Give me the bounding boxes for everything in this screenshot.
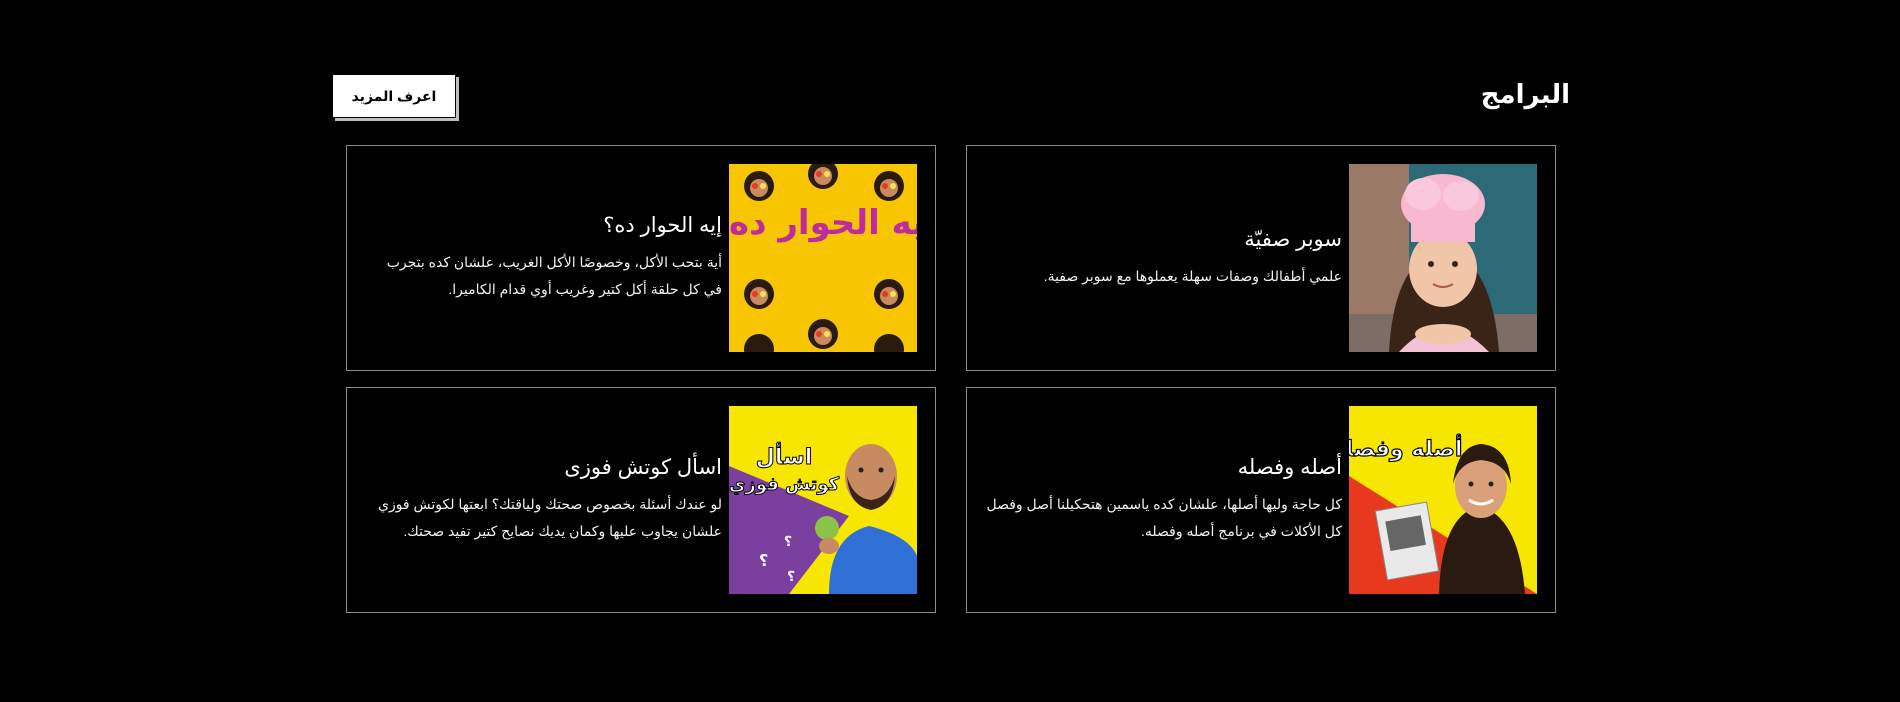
poster-lettering-line1: اسأل bbox=[756, 441, 813, 470]
chef-girl-icon bbox=[1349, 164, 1537, 352]
program-text: إيه الحوار ده؟ أية بتحب الأكل، وخصوصًا ا… bbox=[365, 213, 729, 303]
program-title[interactable]: إيه الحوار ده؟ bbox=[365, 213, 722, 239]
program-description: لو عندك أسئلة بخصوص صحتك ولياقتك؟ ابعتها… bbox=[377, 496, 722, 539]
program-description: كل حاجة وليها أصلها، علشان كده ياسمين هت… bbox=[986, 496, 1342, 539]
svg-text:؟: ؟ bbox=[784, 534, 792, 550]
poster-lettering: أصله وفصله bbox=[1349, 433, 1462, 462]
program-thumbnail[interactable] bbox=[1349, 164, 1537, 352]
svg-text:؟: ؟ bbox=[759, 551, 768, 570]
programs-grid: إيه الحوار ده؟ إيه الحوار ده؟ أية بتحب ا… bbox=[346, 145, 1556, 613]
page-title: البرامج bbox=[1480, 79, 1570, 109]
program-title[interactable]: أصله وفصله bbox=[985, 455, 1342, 481]
program-description: أية بتحب الأكل، وخصوصًا الأكل الغريب، عل… bbox=[386, 254, 722, 297]
eh-el-hewar-poster-icon: إيه الحوار ده؟ bbox=[729, 164, 917, 352]
program-title[interactable]: سوبر صفيّة bbox=[985, 227, 1342, 253]
program-thumbnail[interactable]: ؟ ؟ ؟ اسأل كوتش فوزي bbox=[729, 406, 917, 594]
program-card-coach-fawzy[interactable]: ؟ ؟ ؟ اسأل كوتش فوزي اسأل كوتش فوزى لو ع… bbox=[346, 387, 936, 613]
program-card-super-safeya[interactable]: سوبر صفيّة علمي أطفالك وصفات سهلة يعملوه… bbox=[966, 145, 1556, 371]
coach-fawzy-poster-icon: ؟ ؟ ؟ اسأل كوتش فوزي bbox=[729, 406, 917, 594]
program-description: علمي أطفالك وصفات سهلة يعملوها مع سوبر ص… bbox=[1043, 267, 1342, 284]
program-thumbnail[interactable]: إيه الحوار ده؟ bbox=[729, 164, 917, 352]
program-card-eh-el-hewar[interactable]: إيه الحوار ده؟ إيه الحوار ده؟ أية بتحب ا… bbox=[346, 145, 936, 371]
program-text: سوبر صفيّة علمي أطفالك وصفات سهلة يعملوه… bbox=[985, 227, 1349, 290]
program-thumbnail[interactable]: أصله وفصله bbox=[1349, 406, 1537, 594]
asloh-w-fasloh-poster-icon: أصله وفصله bbox=[1349, 406, 1537, 594]
program-title[interactable]: اسأل كوتش فوزى bbox=[365, 455, 722, 481]
svg-text:؟: ؟ bbox=[787, 569, 795, 585]
program-card-asloh-w-fasloh[interactable]: أصله وفصله أصله وفصله كل حاجة وليها أصله… bbox=[966, 387, 1556, 613]
poster-lettering-line2: كوتش فوزي bbox=[729, 474, 840, 495]
learn-more-button[interactable]: اعرف المزيد bbox=[332, 74, 456, 118]
program-text: اسأل كوتش فوزى لو عندك أسئلة بخصوص صحتك … bbox=[365, 455, 729, 545]
program-text: أصله وفصله كل حاجة وليها أصلها، علشان كد… bbox=[985, 455, 1349, 545]
poster-lettering: إيه الحوار ده؟ bbox=[729, 203, 917, 243]
